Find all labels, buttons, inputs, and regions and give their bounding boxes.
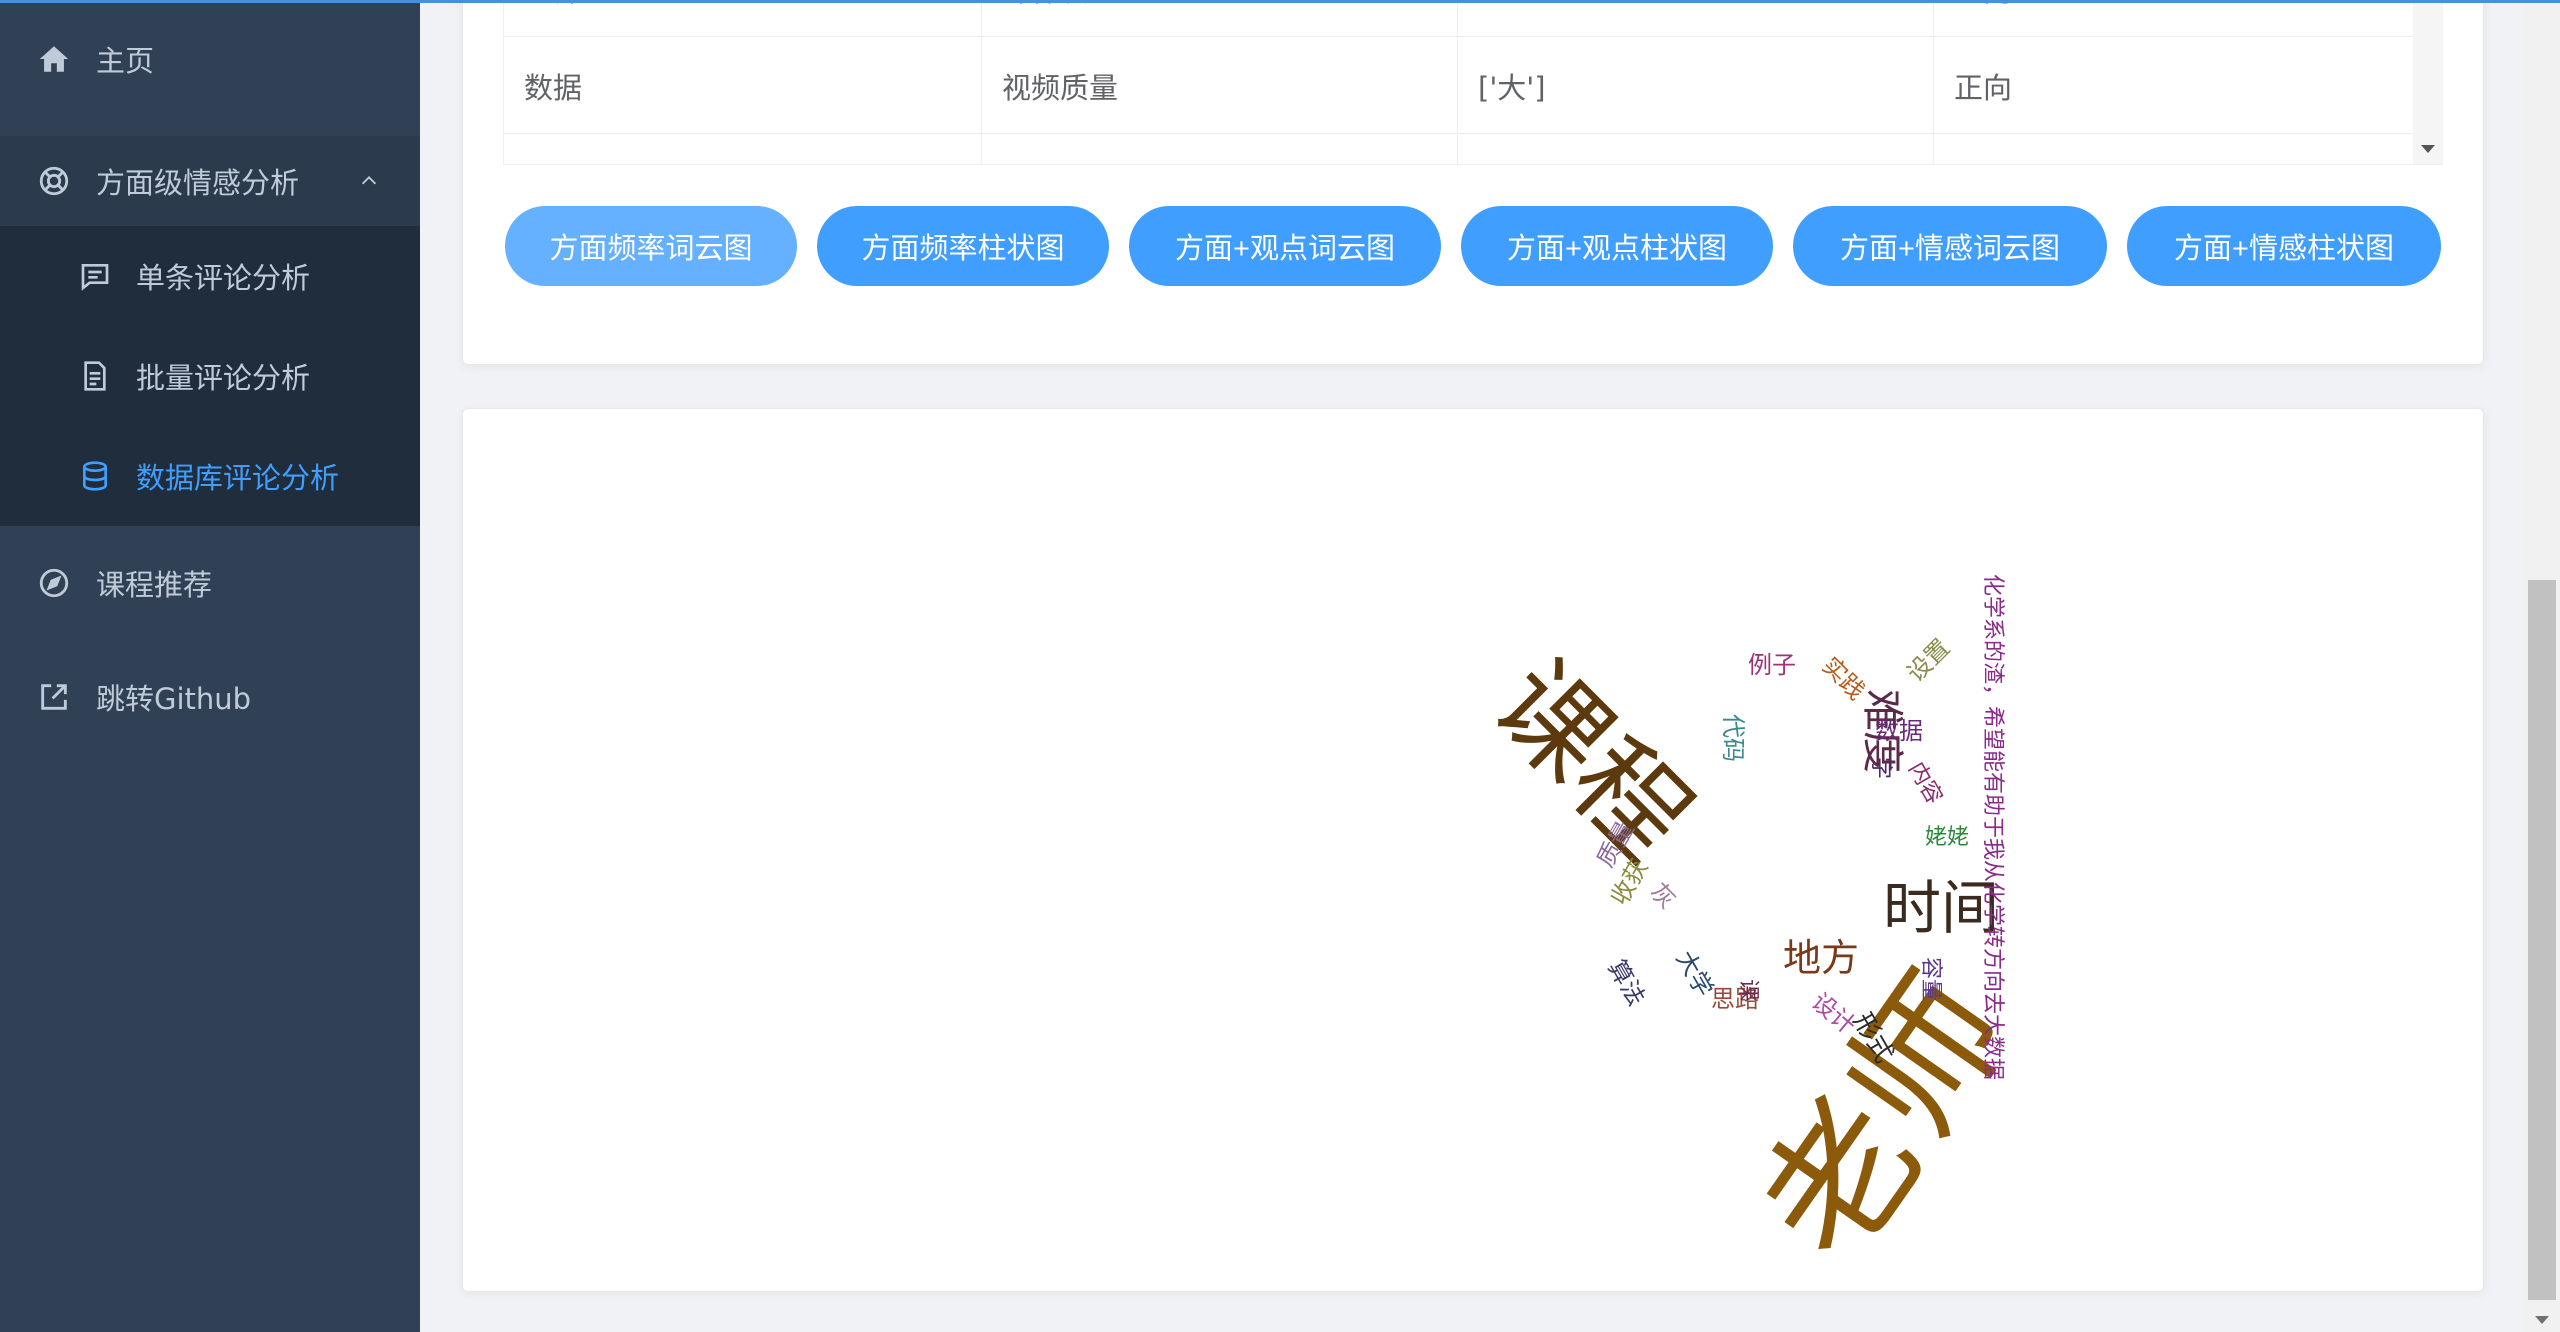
sidebar: 主页 方面级情感分析 单条评论分析 批量评论分析 数据库评论分析 课程推荐 跳转…	[0, 0, 420, 1332]
table-cell: 数据	[504, 38, 982, 134]
database-icon	[78, 459, 112, 493]
sidebar-item-batch-review[interactable]: 批量评论分析	[0, 326, 420, 426]
scroll-down-arrow-icon[interactable]	[2535, 1316, 2549, 1324]
aspect-sentiment-bar-button[interactable]: 方面+情感柱状图	[2127, 206, 2441, 286]
table-cell: 老师	[504, 0, 982, 37]
sidebar-item-single-review[interactable]: 单条评论分析	[0, 226, 420, 326]
table-cell: ['大']	[1458, 38, 1934, 134]
wordcloud-word: 容量	[1918, 957, 1943, 1002]
scroll-down-arrow-icon[interactable]	[2421, 145, 2435, 153]
wordcloud-card: 老师 课程 时间 难度 地方 化学系的渣，希望能有助于我从化学转方向去大数据 例子 实践 设置代…	[462, 408, 2484, 1292]
sidebar-item-course-recommend[interactable]: 课程推荐	[0, 548, 420, 618]
aspect-opinion-bar-button[interactable]: 方面+观点柱状图	[1461, 206, 1773, 286]
wordcloud-word: 地方	[1783, 936, 1860, 980]
sidebar-item-label: 单条评论分析	[136, 261, 311, 295]
submenu-aspect-sentiment: 单条评论分析 批量评论分析 数据库评论分析	[0, 226, 420, 526]
wordcloud-word: 算法	[1602, 955, 1651, 1011]
wordcloud-word: 灰	[1644, 877, 1682, 915]
results-table: 老师 课件质量 None 正向 数据 视频质量 ['大'] 正向	[503, 0, 2443, 165]
sidebar-item-label: 方面级情感分析	[96, 166, 300, 200]
top-accent-line	[0, 0, 2560, 3]
aspect-opinion-wordcloud-button[interactable]: 方面+观点词云图	[1129, 206, 1441, 286]
chart-button-group: 方面频率词云图 方面频率柱状图 方面+观点词云图 方面+观点柱状图 方面+情感词…	[505, 206, 2445, 290]
table-row: 老师 课件质量 None 正向	[504, 0, 2414, 37]
compass-icon	[36, 565, 72, 601]
table-row	[504, 135, 2414, 164]
table-cell: 正向	[1934, 38, 2414, 134]
wordcloud-word: 姥姥	[1925, 825, 1970, 850]
table-row: 数据 视频质量 ['大'] 正向	[504, 38, 2414, 134]
wordcloud-word: 数据	[1875, 717, 1923, 745]
table-cell	[1458, 135, 1934, 164]
external-link-icon	[36, 679, 72, 715]
table-cell: 视频质量	[982, 38, 1458, 134]
sidebar-item-label: 数据库评论分析	[136, 461, 340, 495]
wordcloud: 老师 课程 时间 难度 地方 化学系的渣，希望能有助于我从化学转方向去大数据 例子 实践 设置代…	[463, 409, 2483, 1291]
sidebar-item-label: 主页	[96, 44, 155, 78]
sidebar-item-label: 跳转Github	[96, 682, 252, 716]
table-cell: 正向	[1934, 0, 2414, 37]
table-scrollbar[interactable]	[2413, 0, 2443, 164]
lifebuoy-icon	[36, 163, 72, 199]
sidebar-item-label: 课程推荐	[96, 568, 213, 602]
wordcloud-word: 字	[1868, 757, 1893, 780]
wordcloud-word: 课	[1735, 979, 1760, 1002]
table-cell	[982, 135, 1458, 164]
table-cell	[1934, 135, 2414, 164]
wordcloud-word: 设置	[1901, 633, 1956, 688]
document-icon	[78, 359, 112, 393]
wordcloud-word: 课程	[1468, 637, 1715, 884]
page-scrollbar[interactable]	[2524, 0, 2560, 1332]
home-icon	[36, 41, 72, 77]
sidebar-item-github[interactable]: 跳转Github	[0, 662, 420, 732]
wordcloud-word: 代码	[1719, 714, 1747, 762]
table-cell: 课件质量	[982, 0, 1458, 37]
main-content: 老师 课件质量 None 正向 数据 视频质量 ['大'] 正向	[420, 0, 2524, 1332]
wordcloud-word: 化学系的渣，希望能有助于我从化学转方向去大数据	[1980, 574, 2005, 1081]
wordcloud-word: 内容	[1903, 758, 1947, 809]
wordcloud-word: 例子	[1748, 651, 1796, 679]
table-cell	[504, 135, 982, 164]
sidebar-item-aspect-sentiment[interactable]: 方面级情感分析	[0, 136, 420, 226]
sidebar-item-database-review[interactable]: 数据库评论分析	[0, 426, 420, 526]
aspect-sentiment-wordcloud-button[interactable]: 方面+情感词云图	[1793, 206, 2107, 286]
sidebar-item-label: 批量评论分析	[136, 361, 311, 395]
chevron-up-icon	[361, 176, 377, 185]
aspect-frequency-wordcloud-button[interactable]: 方面频率词云图	[505, 206, 797, 286]
aspect-frequency-bar-button[interactable]: 方面频率柱状图	[817, 206, 1109, 286]
page-scrollbar-thumb[interactable]	[2528, 580, 2556, 1300]
table-cell: None	[1458, 0, 1934, 37]
results-card: 老师 课件质量 None 正向 数据 视频质量 ['大'] 正向	[462, 0, 2484, 365]
sidebar-item-home[interactable]: 主页	[0, 24, 420, 94]
message-icon	[78, 259, 112, 293]
